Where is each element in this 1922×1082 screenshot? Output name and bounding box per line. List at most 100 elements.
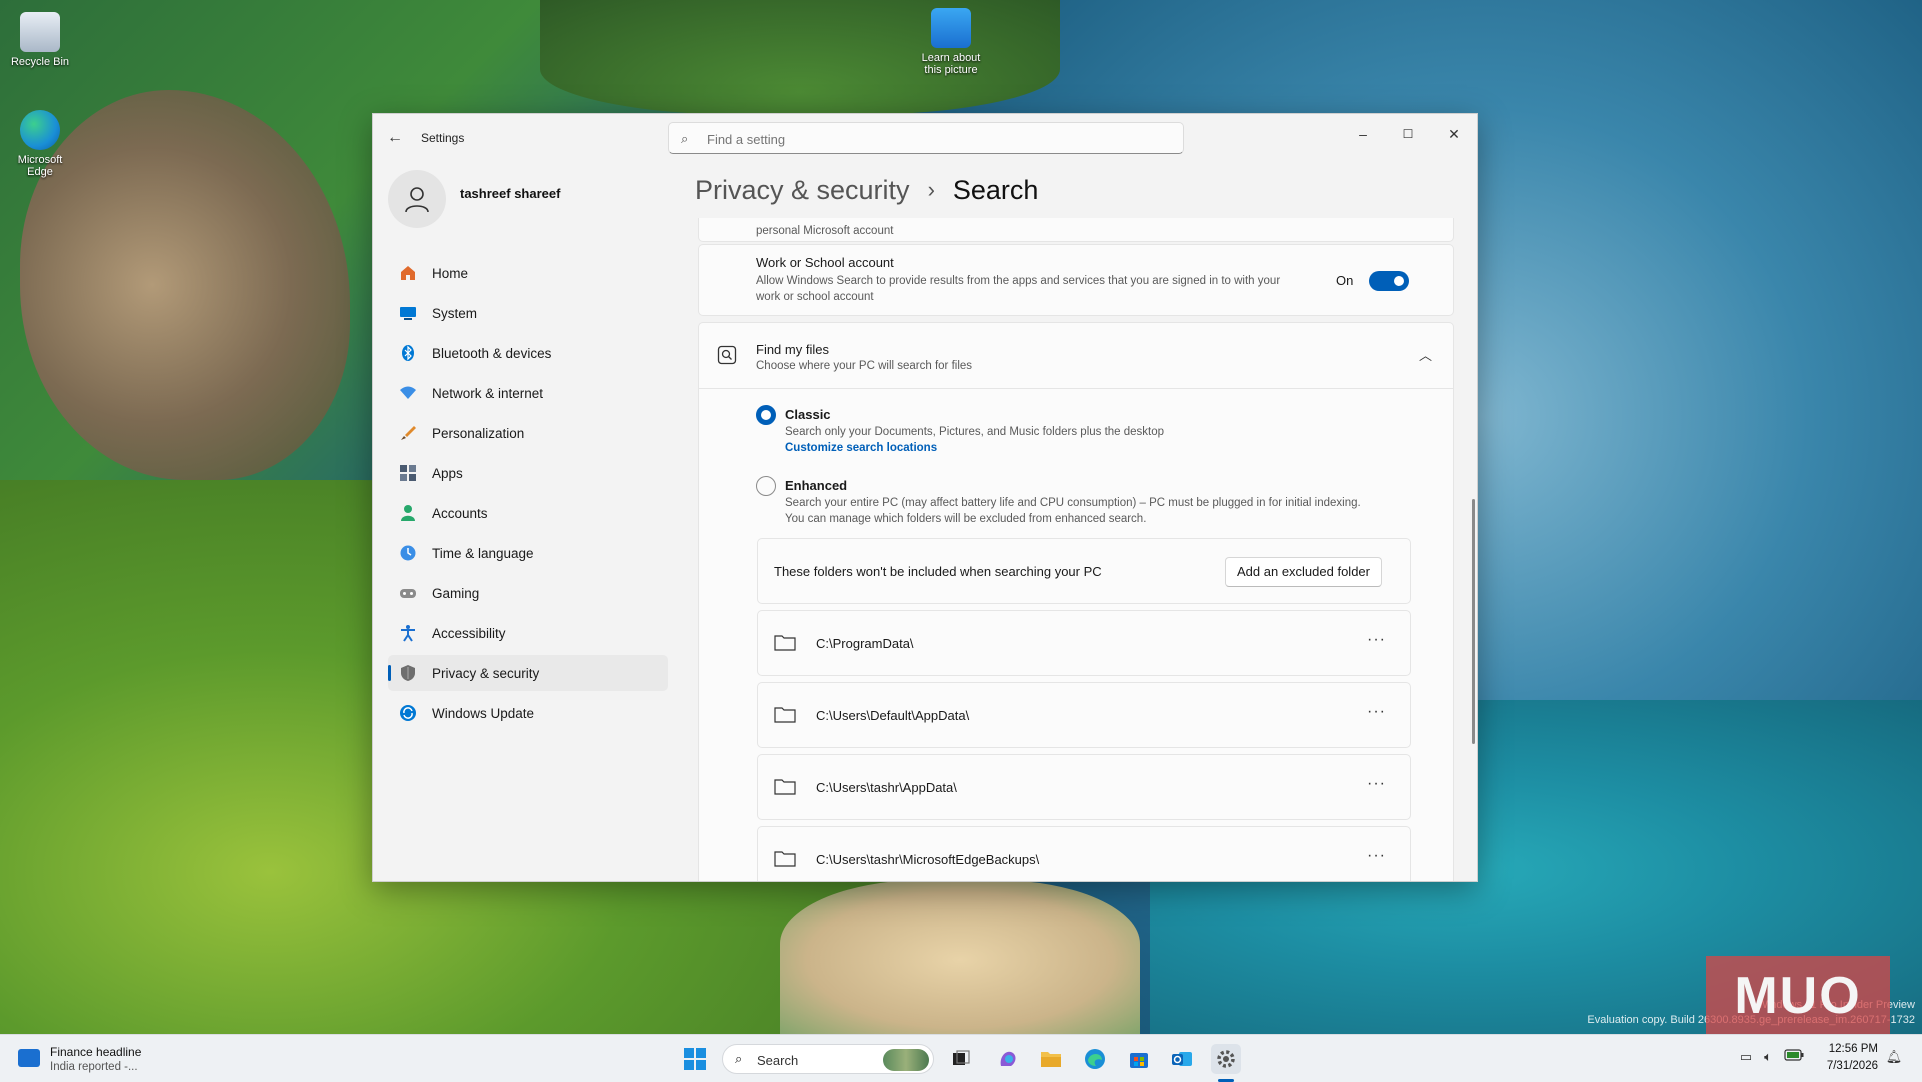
desktop-icon-recycle-bin[interactable]: Recycle Bin [0,12,80,68]
sidebar-item-system[interactable]: System [388,295,668,331]
toggle-state-label: On [1336,273,1354,288]
page-title: Search [952,174,1039,205]
settings-search[interactable]: ⌕ [668,122,1184,154]
sidebar-item-time-language[interactable]: Time & language [388,535,668,571]
gear-icon [1217,1050,1235,1068]
maximize-button[interactable]: ☐ [1388,122,1428,146]
sidebar-item-privacy-security[interactable]: Privacy & security [388,655,668,691]
system-icon [398,303,418,323]
minimize-button[interactable]: – [1343,122,1383,146]
content-pane: personal Microsoft account Work or Schoo… [698,218,1454,881]
search-input[interactable] [707,129,1167,149]
copilot-button[interactable] [993,1044,1023,1074]
volume-icon[interactable]: 🔈︎ [1758,1049,1778,1069]
outlook-button[interactable] [1167,1044,1197,1074]
sidebar-item-accounts[interactable]: Accounts [388,495,668,531]
sidebar-item-windows-update[interactable]: Windows Update [388,695,668,731]
site-logo: MUO [1706,956,1890,1046]
user-name: tashreef shareef [460,186,561,201]
sidebar-item-network[interactable]: Network & internet [388,375,668,411]
enhanced-radio[interactable] [756,476,776,496]
search-icon: ⌕ [681,131,689,146]
sidebar-item-label: Network & internet [432,385,544,401]
breadcrumb-separator-icon: › [927,177,935,202]
user-profile[interactable]: tashreef shareef [388,170,648,230]
more-options-icon[interactable]: ··· [1367,847,1386,865]
brush-icon [398,423,418,443]
sidebar-item-label: Time & language [432,545,534,561]
microsoft-account-row: personal Microsoft account [698,218,1454,242]
sidebar-item-label: Accessibility [432,625,506,641]
clock-globe-icon [398,543,418,563]
back-arrow-icon[interactable]: ← [385,128,405,148]
clock-time: 12:56 PM [1828,1043,1878,1055]
sidebar-item-gaming[interactable]: Gaming [388,575,668,611]
notifications-icon[interactable]: 🔔︎ [1884,1049,1904,1069]
add-excluded-folder-button[interactable]: Add an excluded folder [1225,557,1382,587]
content-scrollbar[interactable] [1472,499,1475,744]
shield-icon [398,663,418,683]
store-icon [1130,1053,1148,1068]
folder-icon [774,707,796,723]
search-icon: ⌕ [735,1051,743,1066]
sidebar-item-personalization[interactable]: Personalization [388,415,668,451]
search-highlight-image [883,1049,929,1071]
finance-chart-icon [18,1049,40,1067]
customize-search-locations-link[interactable]: Customize search locations [785,442,937,454]
sidebar-item-accessibility[interactable]: Accessibility [388,615,668,651]
work-school-toggle[interactable] [1369,271,1409,291]
network-icon[interactable]: ▭ [1736,1049,1756,1069]
breadcrumb: Privacy & security › Search [695,170,1038,210]
work-school-desc-line1: Allow Windows Search to provide results … [756,275,1281,287]
task-view-button[interactable] [946,1044,976,1074]
folder-icon [774,779,796,795]
excluded-folder-row: C:\Users\tashr\MicrosoftEdgeBackups\ ··· [757,826,1411,881]
find-my-files-header[interactable]: Find my files Choose where your PC will … [699,323,1453,389]
avatar [388,170,446,228]
sidebar-item-label: Bluetooth & devices [432,345,552,361]
desktop-icon-label: Microsoft Edge [17,154,63,178]
chevron-up-icon[interactable]: ︿ [1419,345,1432,364]
start-button[interactable] [680,1044,710,1074]
more-options-icon[interactable]: ··· [1367,775,1386,793]
more-options-icon[interactable]: ··· [1367,631,1386,649]
folder-icon [1041,1052,1061,1067]
edge-button[interactable] [1080,1044,1110,1074]
file-explorer-button[interactable] [1036,1044,1066,1074]
store-button[interactable] [1124,1044,1154,1074]
file-search-icon [717,345,737,365]
sidebar-item-bluetooth[interactable]: Bluetooth & devices [388,335,668,371]
widgets-button[interactable]: Finance headline India reported -... [18,1043,218,1075]
folder-path: C:\Users\tashr\AppData\ [816,780,957,795]
user-icon [405,187,429,213]
accessibility-icon [398,623,418,643]
system-clock[interactable]: 12:56 PM 7/31/2026 [1818,1041,1878,1075]
task-view-icon [953,1050,970,1065]
battery-icon[interactable] [1784,1049,1804,1069]
desktop-icon-edge[interactable]: Microsoft Edge [0,110,80,178]
app-title: Settings [421,131,465,145]
accounts-icon [398,503,418,523]
settings-taskbar-button[interactable] [1211,1044,1241,1074]
enhanced-label: Enhanced [785,478,848,493]
sidebar-item-label: Privacy & security [432,665,540,681]
work-school-desc-line2: work or school account [756,291,874,303]
sidebar-item-label: Home [432,265,469,281]
apps-icon [398,463,418,483]
breadcrumb-parent[interactable]: Privacy & security [695,175,910,206]
more-options-icon[interactable]: ··· [1367,703,1386,721]
taskbar-search-label: Search [757,1053,799,1068]
sidebar-item-home[interactable]: Home [388,255,668,291]
folder-path: C:\Users\tashr\MicrosoftEdgeBackups\ [816,852,1040,867]
classic-radio[interactable] [756,405,776,425]
close-button[interactable]: ✕ [1434,122,1474,146]
clock-date: 7/31/2026 [1826,1060,1878,1072]
widget-title: Finance headline [50,1045,142,1059]
folder-path: C:\Users\Default\AppData\ [816,708,970,723]
sidebar-item-apps[interactable]: Apps [388,455,668,491]
sidebar-item-label: Personalization [432,425,525,441]
desktop-icon-label: Recycle Bin [10,56,70,68]
gamepad-icon [398,583,418,603]
desktop-icon-learn-picture[interactable]: Learn about this picture [911,8,991,76]
taskbar-search[interactable]: ⌕ Search [722,1044,934,1074]
